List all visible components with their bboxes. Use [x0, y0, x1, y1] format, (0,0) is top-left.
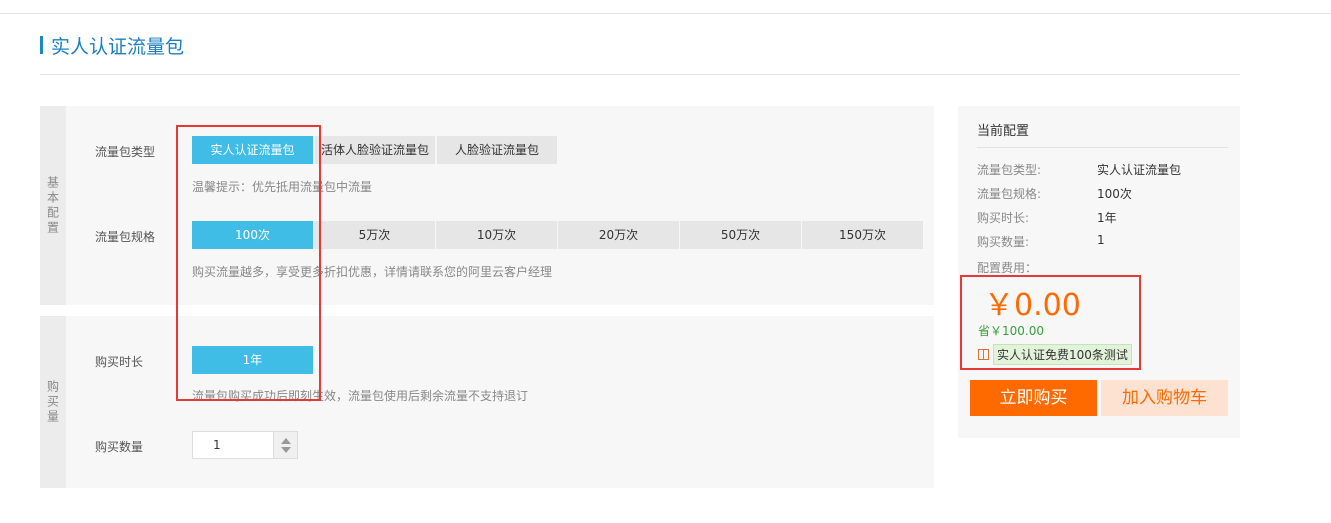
quantity-stepper[interactable]: 1: [192, 431, 298, 459]
summary-key: 流量包规格:: [977, 187, 1042, 201]
summary-value: 1: [1097, 233, 1105, 247]
spec-option-100k[interactable]: 10万次: [436, 221, 557, 249]
purchase-sidebar: 购买量: [40, 316, 66, 488]
basic-config-panel: 基本配置 流量包类型 实人认证流量包 活体人脸验证流量包 人脸验证流量包 温馨提…: [40, 106, 934, 305]
top-divider: [0, 13, 1331, 14]
type-option-face[interactable]: 人脸验证流量包: [437, 136, 557, 164]
page-title: 实人认证流量包: [40, 34, 185, 58]
summary-key: 购买时长:: [977, 211, 1030, 225]
spec-option-50k[interactable]: 5万次: [314, 221, 435, 249]
duration-option-1year[interactable]: 1年: [192, 346, 313, 374]
summary-title: 当前配置: [977, 124, 1030, 139]
spec-option-200k[interactable]: 20万次: [558, 221, 679, 249]
promo-badge: 实人认证免费100条测试: [978, 343, 1132, 365]
promo-text: 实人认证免费100条测试: [993, 343, 1132, 365]
spec-option-500k[interactable]: 50万次: [680, 221, 801, 249]
spec-option-1500k[interactable]: 150万次: [802, 221, 923, 249]
type-option-liveness[interactable]: 活体人脸验证流量包: [315, 136, 435, 164]
spec-hint: 购买流量越多，享受更多折扣优惠，详情请联系您的阿里云客户经理: [192, 265, 553, 279]
summary-value: 实人认证流量包: [1097, 163, 1182, 177]
summary-value: 100次: [1097, 187, 1132, 201]
buy-now-button[interactable]: 立即购买: [970, 380, 1097, 416]
chevron-down-icon[interactable]: [280, 446, 291, 453]
fee-label: 配置费用：: [977, 261, 1038, 275]
summary-row-quantity: 购买数量: 1: [977, 233, 1227, 249]
page-title-text: 实人认证流量包: [51, 35, 185, 58]
summary-key: 购买数量:: [977, 235, 1030, 249]
gift-icon: [978, 348, 989, 360]
duration-hint: 流量包购买成功后即刻生效，流量包使用后剩余流量不支持退订: [192, 389, 529, 403]
summary-key: 流量包类型:: [977, 163, 1042, 177]
type-hint: 温馨提示：优先抵用流量包中流量: [192, 180, 373, 194]
summary-divider: [977, 147, 1228, 148]
basic-config-sidebar: 基本配置: [40, 106, 66, 305]
chevron-up-icon[interactable]: [280, 437, 291, 444]
title-accent-bar: [40, 36, 43, 54]
quantity-label: 购买数量: [95, 440, 144, 454]
package-spec-label: 流量包规格: [95, 230, 156, 244]
summary-value: 1年: [1097, 211, 1117, 225]
duration-label: 购买时长: [95, 355, 144, 369]
package-type-label: 流量包类型: [95, 145, 156, 159]
summary-row-duration: 购买时长: 1年: [977, 209, 1227, 225]
title-divider: [40, 74, 1240, 75]
basic-config-label: 基本配置: [45, 175, 60, 236]
add-to-cart-button[interactable]: 加入购物车: [1101, 380, 1228, 416]
summary-row-type: 流量包类型: 实人认证流量包: [977, 161, 1227, 177]
price-value: ￥0.00: [984, 288, 1081, 323]
quantity-spinner[interactable]: [274, 431, 298, 459]
summary-row-spec: 流量包规格: 100次: [977, 185, 1227, 201]
summary-panel: 当前配置 流量包类型: 实人认证流量包 流量包规格: 100次 购买时长: 1年…: [958, 106, 1240, 438]
purchase-panel: 购买量 购买时长 1年 流量包购买成功后即刻生效，流量包使用后剩余流量不支持退订…: [40, 316, 934, 488]
type-option-realperson[interactable]: 实人认证流量包: [192, 136, 313, 164]
savings-text: 省￥100.00: [978, 324, 1044, 338]
spec-option-100[interactable]: 100次: [192, 221, 313, 249]
quantity-input[interactable]: 1: [192, 431, 274, 459]
purchase-label: 购买量: [45, 379, 60, 425]
